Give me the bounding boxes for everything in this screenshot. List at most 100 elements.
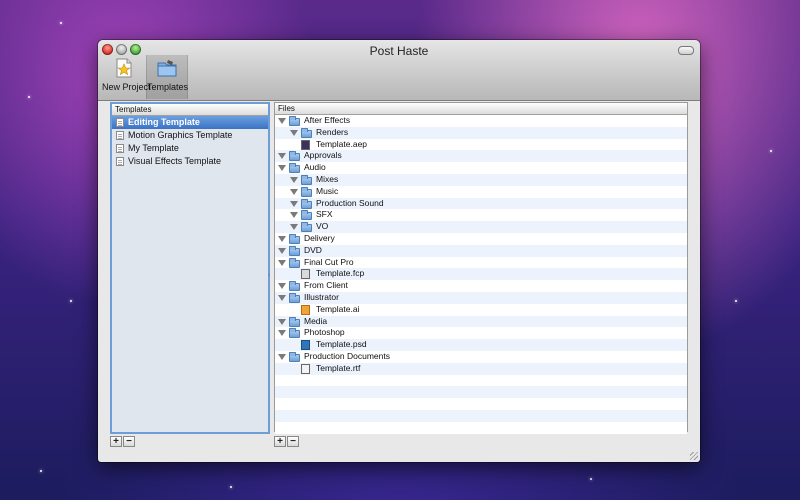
file-row[interactable]: Template.aep [275, 138, 687, 151]
tree-row-label: Illustrator [304, 291, 339, 302]
add-template-button[interactable]: + [110, 436, 122, 447]
folder-row[interactable]: From Client [275, 280, 687, 292]
files-outline[interactable]: Files After Effects Renders Template.aep Ap… [274, 102, 688, 434]
folder-icon [289, 245, 300, 256]
tree-row-label: Production Sound [316, 197, 384, 208]
empty-row [275, 421, 687, 434]
disclosure-triangle-icon[interactable] [278, 118, 286, 124]
folder-icon [301, 222, 312, 233]
folder-icon [301, 127, 312, 138]
templates-button[interactable]: Templates [146, 55, 188, 99]
disclosure-triangle-icon[interactable] [290, 188, 298, 195]
file-row[interactable]: Template.rtf [275, 362, 687, 375]
tree-row-label: From Client [304, 280, 348, 291]
disclosure-triangle-icon[interactable] [278, 294, 286, 301]
template-item[interactable]: Motion Graphics Template [112, 129, 268, 142]
disclosure-triangle-icon[interactable] [278, 318, 286, 325]
file-row[interactable]: Template.fcp [275, 268, 687, 281]
photoshop-file-icon [301, 340, 310, 351]
template-item[interactable]: My Template [112, 142, 268, 155]
disclosure-triangle-icon[interactable] [278, 235, 286, 242]
folder-row[interactable]: Approvals [275, 150, 687, 163]
tree-row-label: DVD [304, 244, 322, 255]
remove-template-button[interactable]: − [123, 436, 135, 447]
template-document-icon [116, 144, 124, 153]
disclosure-triangle-icon[interactable] [290, 176, 298, 183]
folder-row[interactable]: Audio [275, 162, 687, 174]
template-item[interactable]: Editing Template [112, 116, 268, 129]
folder-row[interactable]: Delivery [275, 232, 687, 245]
folder-icon [289, 233, 300, 244]
star-decoration [735, 300, 737, 302]
tree-row-label: Renders [316, 126, 349, 137]
disclosure-triangle-icon[interactable] [290, 212, 298, 219]
after-effects-file-icon [301, 139, 310, 150]
template-item-label: Visual Effects Template [128, 156, 222, 166]
star-decoration [60, 22, 62, 24]
add-file-button[interactable]: + [274, 436, 286, 447]
folder-row[interactable]: Production Documents [275, 350, 687, 363]
template-document-icon [116, 118, 124, 127]
folder-icon [289, 316, 300, 327]
template-item[interactable]: Visual Effects Template [112, 155, 268, 168]
templates-label: Templates [147, 82, 189, 92]
folder-row[interactable]: Media [275, 315, 687, 328]
toolbar-toggle-button[interactable] [678, 46, 694, 55]
disclosure-triangle-icon[interactable] [278, 283, 286, 290]
file-row[interactable]: Template.psd [275, 339, 687, 351]
tree-row-label: Template.psd [316, 339, 367, 350]
templates-column-header: Templates [112, 104, 268, 116]
resize-grip[interactable] [690, 452, 698, 460]
split-view-divider[interactable]: ‹ [268, 272, 271, 279]
folder-row[interactable]: Music [275, 185, 687, 198]
tree-row-label: Audio [304, 162, 326, 173]
disclosure-triangle-icon[interactable] [278, 353, 286, 360]
disclosure-triangle-icon[interactable] [278, 165, 286, 172]
folder-icon [289, 163, 300, 174]
folder-icon [301, 186, 312, 197]
folder-row[interactable]: DVD [275, 244, 687, 257]
tree-row-label: After Effects [304, 115, 351, 125]
templates-list[interactable]: Templates Editing Template Motion Graphi… [110, 102, 270, 434]
tree-row-label: Approvals [304, 150, 342, 161]
template-document-icon [116, 157, 124, 166]
disclosure-triangle-icon[interactable] [290, 129, 298, 136]
folder-icon [301, 210, 312, 221]
folder-row[interactable]: Renders [275, 126, 687, 139]
folder-row[interactable]: After Effects [275, 115, 687, 127]
star-decoration [40, 470, 42, 472]
new-project-icon [116, 58, 132, 78]
folder-icon [289, 257, 300, 268]
window-title: Post Haste [369, 44, 429, 58]
folder-row[interactable]: Mixes [275, 173, 687, 186]
tree-row-label: VO [316, 221, 329, 232]
folder-row[interactable]: SFX [275, 209, 687, 222]
disclosure-triangle-icon[interactable] [290, 200, 298, 207]
folder-icon [289, 328, 300, 339]
star-decoration [230, 486, 232, 488]
star-decoration [770, 150, 772, 152]
folder-row[interactable]: Photoshop [275, 327, 687, 340]
tree-row-label: Media [304, 315, 328, 326]
file-row[interactable]: Template.ai [275, 303, 687, 316]
tree-row-label: Delivery [304, 232, 335, 243]
tree-row-label: Final Cut Pro [304, 256, 354, 267]
folder-row[interactable]: Illustrator [275, 291, 687, 304]
new-project-button[interactable]: New Project [102, 55, 151, 99]
star-decoration [28, 96, 30, 98]
disclosure-triangle-icon[interactable] [290, 224, 298, 231]
star-decoration [70, 300, 72, 302]
remove-file-button[interactable]: − [287, 436, 299, 447]
disclosure-triangle-icon[interactable] [278, 153, 286, 160]
tree-row-label: SFX [316, 209, 333, 220]
folder-row[interactable]: VO [275, 221, 687, 233]
app-window: Post Haste New Project Templates Templat… [98, 40, 700, 462]
disclosure-triangle-icon[interactable] [278, 259, 286, 266]
folder-row[interactable]: Production Sound [275, 197, 687, 210]
folder-icon [289, 116, 300, 126]
folder-row[interactable]: Final Cut Pro [275, 256, 687, 269]
disclosure-triangle-icon[interactable] [278, 330, 286, 337]
empty-row [275, 398, 687, 410]
disclosure-triangle-icon[interactable] [278, 247, 286, 254]
folder-icon [301, 174, 312, 185]
